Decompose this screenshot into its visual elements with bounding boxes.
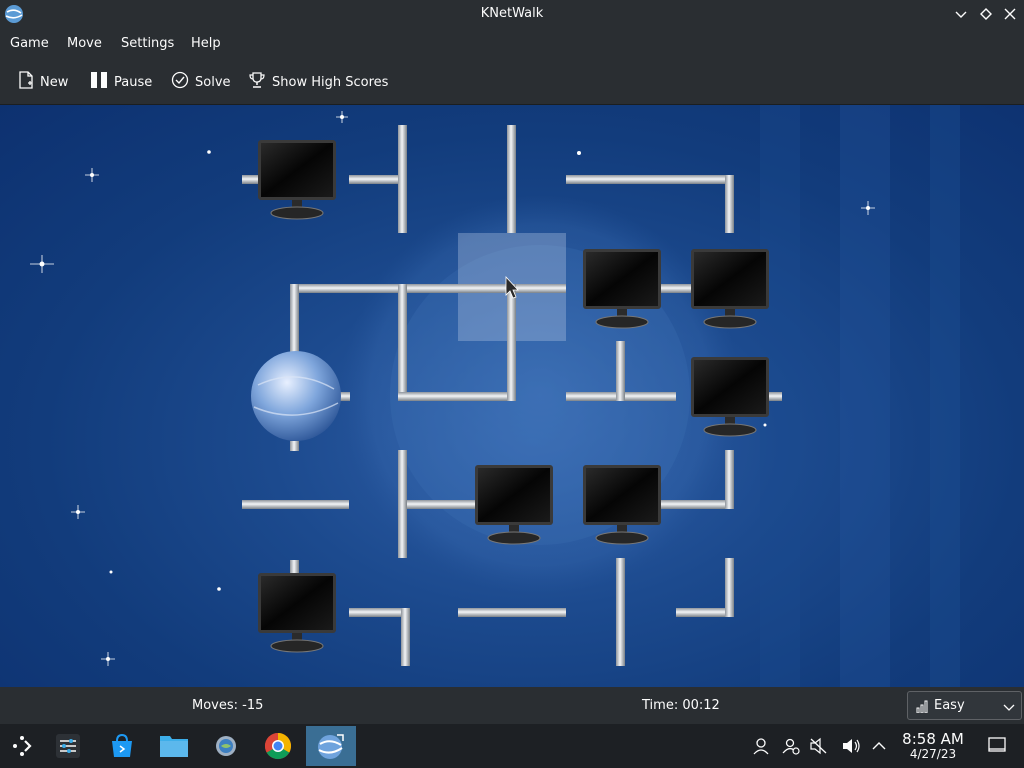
game-board[interactable]: [0, 105, 1024, 687]
computer-terminal[interactable]: [258, 140, 336, 220]
chevron-down-icon: [1003, 701, 1015, 716]
moves-counter: Moves: -15: [192, 698, 264, 713]
chevron-up-icon[interactable]: [868, 736, 890, 756]
knetwalk-icon[interactable]: [306, 726, 356, 766]
menu-bar: Game Move Settings Help: [0, 29, 1024, 59]
volume-muted-icon[interactable]: [808, 736, 830, 756]
maximize-button[interactable]: [975, 4, 997, 24]
pause-icon: [90, 71, 108, 93]
check-circle-icon: [171, 71, 189, 93]
minimize-button[interactable]: [950, 4, 972, 24]
signal-bars-icon: [916, 700, 929, 717]
title-bar: KNetWalk: [0, 0, 1024, 29]
status-bar: Moves: -15 Time: 00:12 Easy: [0, 687, 1024, 724]
window-title: KNetWalk: [480, 6, 544, 21]
new-game-button[interactable]: New: [18, 69, 68, 95]
discover-icon[interactable]: [100, 726, 144, 766]
show-desktop-icon[interactable]: [988, 737, 1006, 757]
clock[interactable]: 8:58 AM 4/27/23: [897, 731, 969, 761]
pause-label: Pause: [114, 74, 153, 90]
volume-icon[interactable]: [840, 736, 862, 756]
clock-time: 8:58 AM: [902, 730, 964, 748]
menu-settings[interactable]: Settings: [121, 36, 174, 51]
new-game-label: New: [40, 74, 69, 90]
clock-date: 4/27/23: [909, 747, 957, 761]
pause-button[interactable]: Pause: [90, 69, 152, 95]
close-button[interactable]: [999, 4, 1021, 24]
board-canvas: [30, 105, 960, 687]
chrome-icon[interactable]: [256, 726, 300, 766]
toolbar: New Pause Solve Show High Scores: [0, 59, 1024, 105]
menu-move[interactable]: Move: [67, 36, 102, 51]
time-display: Time: 00:12: [642, 698, 720, 713]
system-settings-icon[interactable]: [46, 726, 90, 766]
difficulty-select[interactable]: Easy: [907, 691, 1022, 720]
computer-terminal[interactable]: [258, 573, 336, 653]
show-high-scores-label: Show High Scores: [272, 74, 389, 90]
menu-game[interactable]: Game: [10, 36, 49, 51]
server-globe[interactable]: [251, 351, 341, 441]
solve-label: Solve: [195, 74, 231, 90]
user-status-icon[interactable]: [780, 736, 802, 756]
file-manager-icon[interactable]: [152, 726, 196, 766]
solve-button[interactable]: Solve: [171, 69, 231, 95]
trophy-icon: [248, 71, 266, 93]
launcher-icon[interactable]: [0, 726, 44, 766]
show-high-scores-button[interactable]: Show High Scores: [248, 69, 388, 95]
menu-help[interactable]: Help: [191, 36, 221, 51]
user-icon[interactable]: [750, 736, 772, 756]
new-document-icon: [18, 71, 34, 93]
settings-gear-icon[interactable]: [204, 726, 248, 766]
taskbar: 8:58 AM 4/27/23: [0, 724, 1024, 768]
difficulty-value: Easy: [934, 698, 965, 713]
